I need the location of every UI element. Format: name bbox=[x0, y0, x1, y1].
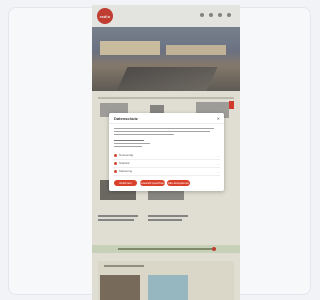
text-line bbox=[114, 146, 142, 148]
chevron-right-icon[interactable]: › bbox=[218, 170, 219, 174]
reject-button[interactable]: Ablehnen bbox=[114, 180, 137, 186]
consent-option-marketing[interactable]: Marketing › bbox=[113, 169, 220, 176]
text-line bbox=[114, 131, 210, 133]
option-label: Notwendig bbox=[119, 153, 134, 157]
option-icon bbox=[114, 162, 117, 165]
text-line bbox=[114, 143, 150, 145]
text-line bbox=[114, 140, 144, 142]
consent-option-statistics[interactable]: Statistik › bbox=[113, 161, 220, 168]
close-icon[interactable]: ✕ bbox=[217, 116, 220, 121]
accept-all-button[interactable]: Alle akzeptieren bbox=[167, 180, 190, 186]
text-line bbox=[114, 128, 214, 130]
text-line bbox=[114, 134, 174, 136]
side-tag bbox=[229, 101, 234, 109]
chevron-right-icon[interactable]: › bbox=[218, 154, 219, 158]
save-selection-button[interactable]: Auswahl speichern bbox=[140, 180, 165, 186]
dialog-title: Datenschutz bbox=[114, 116, 138, 121]
cookie-consent-dialog: Datenschutz ✕ Notwendig › Statistik › Ma… bbox=[109, 113, 224, 191]
option-icon bbox=[114, 170, 117, 173]
option-label: Marketing bbox=[119, 169, 133, 173]
option-label: Statistik bbox=[119, 161, 130, 165]
option-icon bbox=[114, 154, 117, 157]
chevron-right-icon[interactable]: › bbox=[218, 162, 219, 166]
dialog-divider bbox=[109, 123, 224, 124]
consent-option-necessary[interactable]: Notwendig › bbox=[113, 153, 220, 160]
